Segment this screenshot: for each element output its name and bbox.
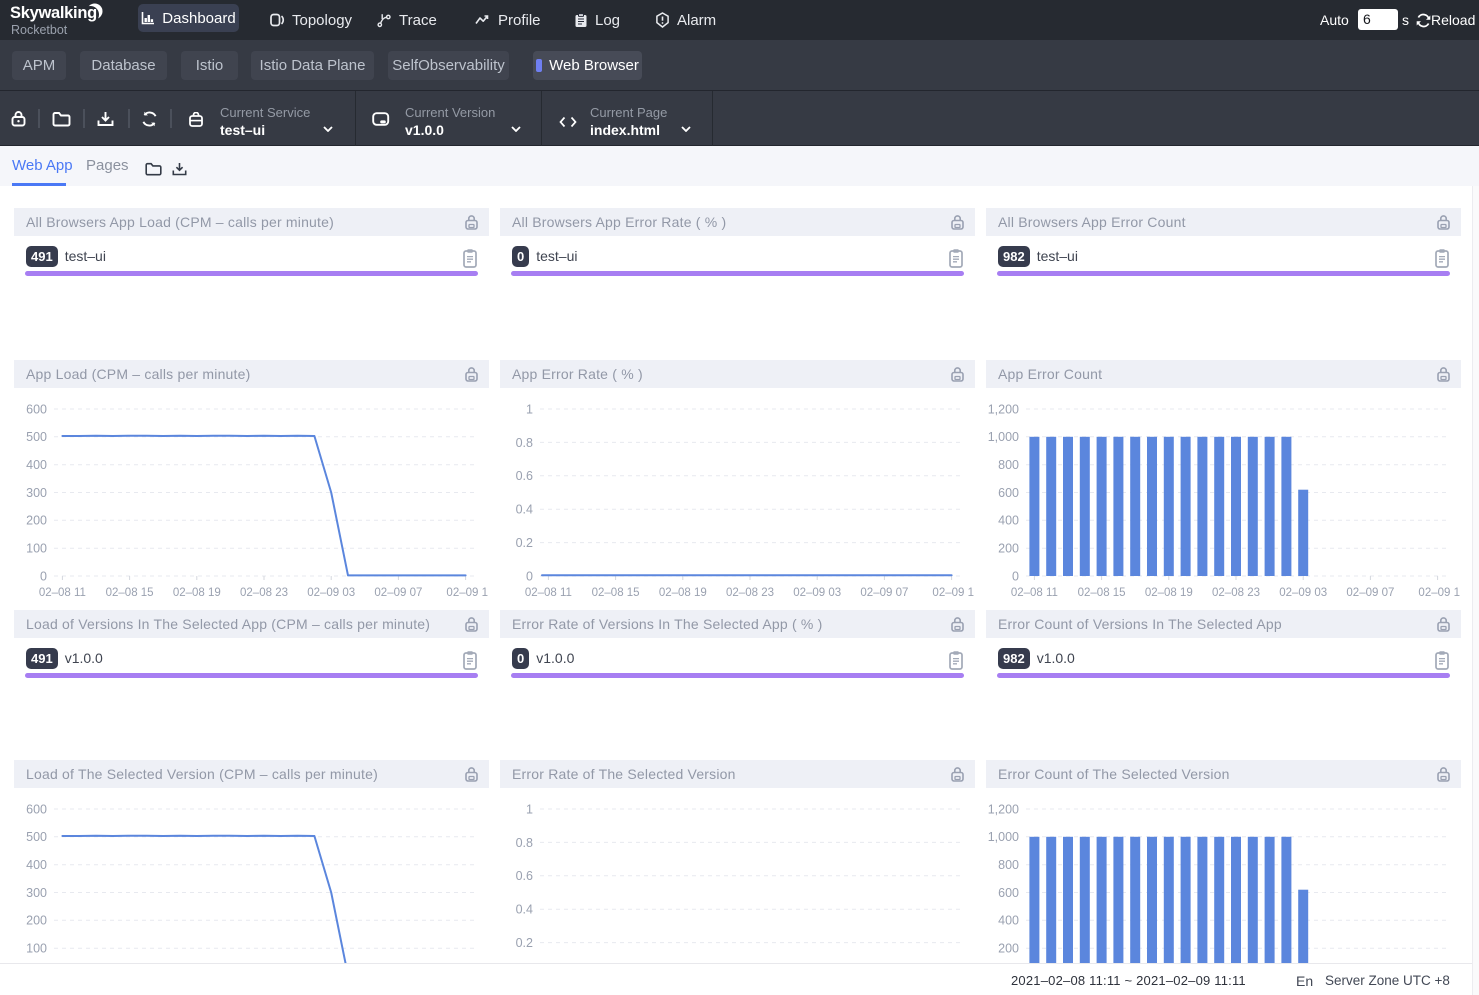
svg-text:02–08 15: 02–08 15 (592, 587, 640, 599)
svg-text:600: 600 (998, 486, 1019, 500)
svg-text:0.4: 0.4 (516, 903, 533, 917)
svg-text:600: 600 (26, 402, 47, 416)
svg-text:400: 400 (26, 858, 47, 872)
svg-text:200: 200 (26, 914, 47, 928)
svg-text:0.2: 0.2 (516, 536, 533, 550)
svg-text:02–09 07: 02–09 07 (1346, 587, 1394, 599)
svg-text:0: 0 (40, 569, 47, 583)
svg-text:300: 300 (26, 886, 47, 900)
svg-text:02–08 15: 02–08 15 (1078, 587, 1126, 599)
svg-text:1,000: 1,000 (988, 830, 1019, 844)
svg-text:200: 200 (998, 942, 1019, 956)
svg-text:02–09 03: 02–09 03 (1279, 587, 1327, 599)
svg-text:02–09 1: 02–09 1 (932, 587, 974, 599)
svg-text:02–08 19: 02–08 19 (173, 587, 221, 599)
svg-text:02–08 19: 02–08 19 (659, 587, 707, 599)
svg-text:200: 200 (998, 542, 1019, 556)
svg-text:500: 500 (26, 430, 47, 444)
svg-text:0.8: 0.8 (516, 836, 533, 850)
svg-text:600: 600 (26, 802, 47, 816)
svg-text:400: 400 (998, 514, 1019, 528)
svg-text:02–09 03: 02–09 03 (793, 587, 841, 599)
svg-text:1: 1 (526, 802, 533, 816)
svg-text:1: 1 (526, 402, 533, 416)
svg-text:400: 400 (26, 458, 47, 472)
svg-text:800: 800 (998, 858, 1019, 872)
svg-text:02–08 11: 02–08 11 (525, 587, 572, 599)
svg-text:02–09 1: 02–09 1 (446, 587, 488, 599)
svg-text:02–09 07: 02–09 07 (374, 587, 422, 599)
svg-text:300: 300 (26, 486, 47, 500)
svg-text:0.8: 0.8 (516, 436, 533, 450)
svg-text:0.6: 0.6 (516, 469, 533, 483)
svg-text:02–08 19: 02–08 19 (1145, 587, 1193, 599)
svg-text:02–09 07: 02–09 07 (860, 587, 908, 599)
svg-text:100: 100 (26, 542, 47, 556)
svg-text:1,200: 1,200 (988, 402, 1019, 416)
svg-text:02–08 23: 02–08 23 (1212, 587, 1260, 599)
svg-text:0.2: 0.2 (516, 936, 533, 950)
svg-text:100: 100 (26, 942, 47, 956)
svg-text:02–08 23: 02–08 23 (240, 587, 288, 599)
svg-text:200: 200 (26, 514, 47, 528)
svg-text:0.4: 0.4 (516, 503, 533, 517)
svg-text:400: 400 (998, 914, 1019, 928)
svg-text:0: 0 (526, 569, 533, 583)
svg-text:1,200: 1,200 (988, 802, 1019, 816)
svg-text:02–08 23: 02–08 23 (726, 587, 774, 599)
svg-text:600: 600 (998, 886, 1019, 900)
svg-text:0.6: 0.6 (516, 869, 533, 883)
svg-text:500: 500 (26, 830, 47, 844)
svg-text:02–08 11: 02–08 11 (1011, 587, 1058, 599)
svg-text:02–09 03: 02–09 03 (307, 587, 355, 599)
svg-text:02–08 11: 02–08 11 (39, 587, 86, 599)
svg-text:1,000: 1,000 (988, 430, 1019, 444)
svg-text:02–08 15: 02–08 15 (106, 587, 154, 599)
svg-text:02–09 1: 02–09 1 (1418, 587, 1460, 599)
svg-text:0: 0 (1012, 569, 1019, 583)
svg-text:800: 800 (998, 458, 1019, 472)
